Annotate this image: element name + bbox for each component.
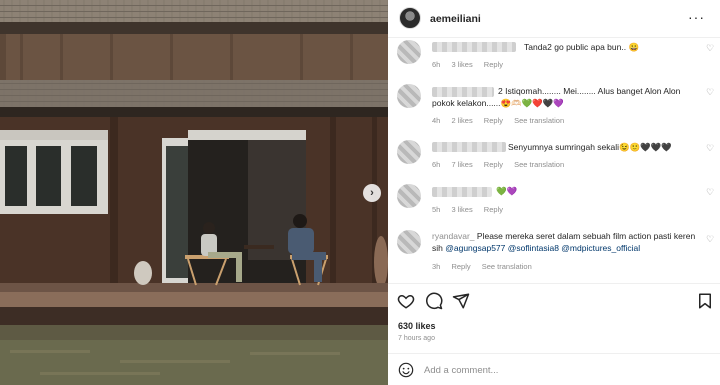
- reply-link[interactable]: Reply: [484, 205, 503, 214]
- post-detail-panel: aemeiliani ··· Tanda2 go public apa bun.…: [388, 0, 720, 385]
- reply-link[interactable]: Reply: [484, 160, 503, 169]
- heart-icon[interactable]: ♡: [706, 143, 714, 154]
- post-header: aemeiliani ···: [388, 0, 720, 38]
- post-photo[interactable]: ›: [0, 0, 388, 385]
- comment-text: Tanda2 go public apa bun.. 😀: [524, 42, 640, 52]
- comment-text: Senyumnya sumringah sekali😉🙂🖤🖤🖤: [508, 142, 672, 152]
- smiley-icon[interactable]: [398, 362, 414, 378]
- comment-age: 5h: [432, 205, 441, 214]
- mention-link[interactable]: @agungsap577: [445, 243, 505, 253]
- mention-link[interactable]: @mdpictures_official: [561, 243, 640, 253]
- comment-text: 2 Istiqomah........ Mei........ Alus ban…: [432, 86, 681, 108]
- comment-meta: 5h 3 likes Reply: [432, 205, 512, 214]
- comment-meta: 6h 3 likes Reply: [432, 60, 512, 69]
- see-translation-link[interactable]: See translation: [514, 160, 564, 169]
- post-username[interactable]: aemeiliani: [430, 13, 481, 25]
- blurred-username: [432, 142, 506, 152]
- comment-likes-link[interactable]: 3 likes: [451, 60, 472, 69]
- comment-likes-link[interactable]: 7 likes: [451, 160, 472, 169]
- comment-item: ryandavar_ Please mereka seret dalam seb…: [388, 226, 720, 282]
- commenter-avatar[interactable]: [397, 140, 421, 164]
- comment-meta: 6h 7 likes Reply See translation: [432, 160, 573, 169]
- comment-icon[interactable]: [425, 292, 443, 310]
- next-photo-button[interactable]: ›: [363, 184, 381, 202]
- comment-user-fragment[interactable]: ryandavar_: [432, 231, 475, 241]
- like-count[interactable]: 630 likes: [398, 321, 436, 331]
- heart-icon[interactable]: ♡: [706, 87, 714, 98]
- more-icon[interactable]: ···: [688, 9, 705, 25]
- comment-age: 4h: [432, 116, 441, 125]
- comment-input[interactable]: [424, 361, 674, 379]
- house-scene-image: [0, 0, 388, 385]
- commenter-avatar[interactable]: [397, 40, 421, 64]
- post-time: 7 hours ago: [398, 335, 435, 342]
- comment-likes-link[interactable]: 2 likes: [451, 116, 472, 125]
- heart-icon[interactable]: ♡: [706, 43, 714, 54]
- comment-age: 3h: [432, 262, 441, 271]
- comment-meta: 3h Reply See translation: [432, 262, 541, 271]
- comment-text: ryandavar_ Please mereka seret dalam seb…: [432, 230, 702, 254]
- bookmark-icon[interactable]: [696, 292, 714, 310]
- comment-item: 💚💜 5h 3 likes Reply ♡: [388, 182, 720, 218]
- reply-link[interactable]: Reply: [451, 262, 470, 271]
- blurred-username: [432, 187, 492, 197]
- comment-age: 6h: [432, 60, 441, 69]
- comment-likes-link[interactable]: 3 likes: [451, 205, 472, 214]
- see-translation-link[interactable]: See translation: [514, 116, 564, 125]
- comments-list[interactable]: Tanda2 go public apa bun.. 😀 6h 3 likes …: [388, 38, 720, 283]
- comment-meta: 4h 2 likes Reply See translation: [432, 116, 573, 125]
- comment-text: 💚💜: [496, 186, 518, 196]
- reply-link[interactable]: Reply: [484, 60, 503, 69]
- reply-link[interactable]: Reply: [484, 116, 503, 125]
- add-comment-bar: [388, 353, 720, 385]
- comment-item: 2 Istiqomah........ Mei........ Alus ban…: [388, 82, 720, 132]
- see-translation-link[interactable]: See translation: [482, 262, 532, 271]
- share-icon[interactable]: [452, 292, 470, 310]
- blurred-username: [432, 42, 516, 52]
- chevron-right-icon: ›: [370, 187, 374, 199]
- mention-link[interactable]: @soflintasia8: [508, 243, 559, 253]
- post-actions: 630 likes 7 hours ago: [388, 283, 720, 353]
- heart-icon[interactable]: [397, 292, 415, 310]
- comment-item: Senyumnya sumringah sekali😉🙂🖤🖤🖤 6h 7 lik…: [388, 138, 720, 174]
- commenter-avatar[interactable]: [397, 230, 421, 254]
- avatar[interactable]: [399, 7, 421, 29]
- comment-item: Tanda2 go public apa bun.. 😀 6h 3 likes …: [388, 38, 720, 74]
- commenter-avatar[interactable]: [397, 84, 421, 108]
- comment-age: 6h: [432, 160, 441, 169]
- heart-icon[interactable]: ♡: [706, 234, 714, 245]
- heart-icon[interactable]: ♡: [706, 187, 714, 198]
- commenter-avatar[interactable]: [397, 184, 421, 208]
